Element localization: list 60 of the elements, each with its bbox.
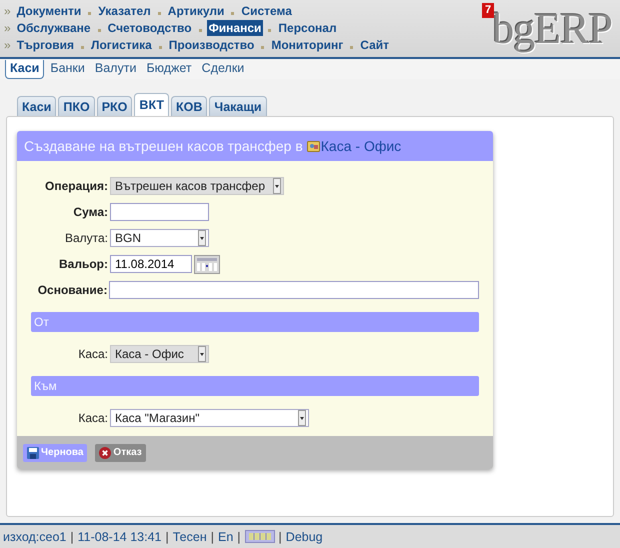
dropdown[interactable]: BGN [110, 229, 209, 247]
status-link[interactable]: изход:сео1 [3, 530, 66, 544]
separator: | [278, 530, 282, 544]
separator: | [210, 530, 214, 544]
field-label: Каса: [78, 347, 108, 361]
status-link[interactable]: Debug [286, 530, 323, 544]
close-icon [99, 446, 112, 458]
screen-layout-icon[interactable] [244, 530, 275, 543]
menu-item[interactable]: Персонал [276, 20, 339, 36]
bullet-icon: » [4, 38, 11, 52]
input-field[interactable] [109, 281, 479, 299]
nav-tab[interactable]: Каси [5, 60, 44, 79]
tab[interactable]: Чакащи [209, 96, 267, 116]
notification-badge[interactable]: 7 [482, 3, 494, 18]
tab[interactable]: РКО [96, 96, 132, 116]
tab[interactable]: Каси [17, 96, 56, 116]
section-header: От [31, 312, 479, 332]
separator: | [237, 530, 241, 544]
field-label: Сума: [73, 205, 108, 219]
field-label: Каса: [78, 411, 108, 425]
menu-item[interactable]: Документи [14, 2, 84, 18]
status-link[interactable]: Тесен [172, 530, 207, 544]
bullet-icon: » [4, 20, 11, 34]
section-header: Към [31, 376, 479, 396]
status-link[interactable]: En [218, 530, 234, 544]
logo: bgERP [492, 4, 612, 52]
title-link[interactable]: Каса - Офис [320, 138, 402, 154]
calendar-icon [194, 254, 220, 274]
form-title: Създаване на вътрешен касов трансфер в [24, 138, 303, 154]
field-label: Валута: [64, 231, 108, 245]
folder-icon [306, 140, 320, 152]
separator: | [166, 530, 169, 544]
menu-item[interactable]: Счетоводство [106, 20, 194, 36]
menu-item[interactable]: Артикули [166, 2, 226, 18]
menu-item[interactable]: Система [239, 2, 294, 18]
menu-item[interactable]: Производство [166, 36, 256, 52]
nav-tab[interactable]: Сделки [198, 60, 248, 79]
cancel-button[interactable]: Отказ [95, 444, 146, 462]
input-field[interactable] [110, 203, 209, 221]
dropdown[interactable]: Каса "Магазин" [110, 409, 309, 427]
bullet-icon: » [4, 4, 11, 18]
menu-item[interactable]: Указател [96, 2, 153, 18]
date-field[interactable]: 11.08.2014 [110, 255, 192, 273]
nav-tab[interactable]: Банки [46, 60, 89, 79]
field-label: Вальор: [59, 257, 108, 271]
status-text: 11-08-14 13:41 [78, 530, 162, 544]
menu-item[interactable]: Обслужване [14, 20, 93, 36]
tab[interactable]: ПКО [58, 96, 95, 116]
separator: | [70, 530, 74, 544]
menu-item[interactable]: Логистика [89, 36, 154, 52]
field-label: Основание: [38, 283, 108, 297]
menu-item[interactable]: Мониторинг [269, 36, 346, 52]
menu-item[interactable]: Търговия [14, 36, 76, 52]
menu-item[interactable]: Финанси [206, 20, 264, 36]
nav-tab[interactable]: Валути [90, 60, 140, 79]
tab[interactable]: ВКТ [134, 93, 170, 117]
menu-item[interactable]: Сайт [358, 36, 392, 52]
nav-tab[interactable]: Бюджет [142, 60, 196, 79]
tab[interactable]: КОВ [171, 96, 208, 116]
field-label: Операция: [44, 179, 108, 193]
